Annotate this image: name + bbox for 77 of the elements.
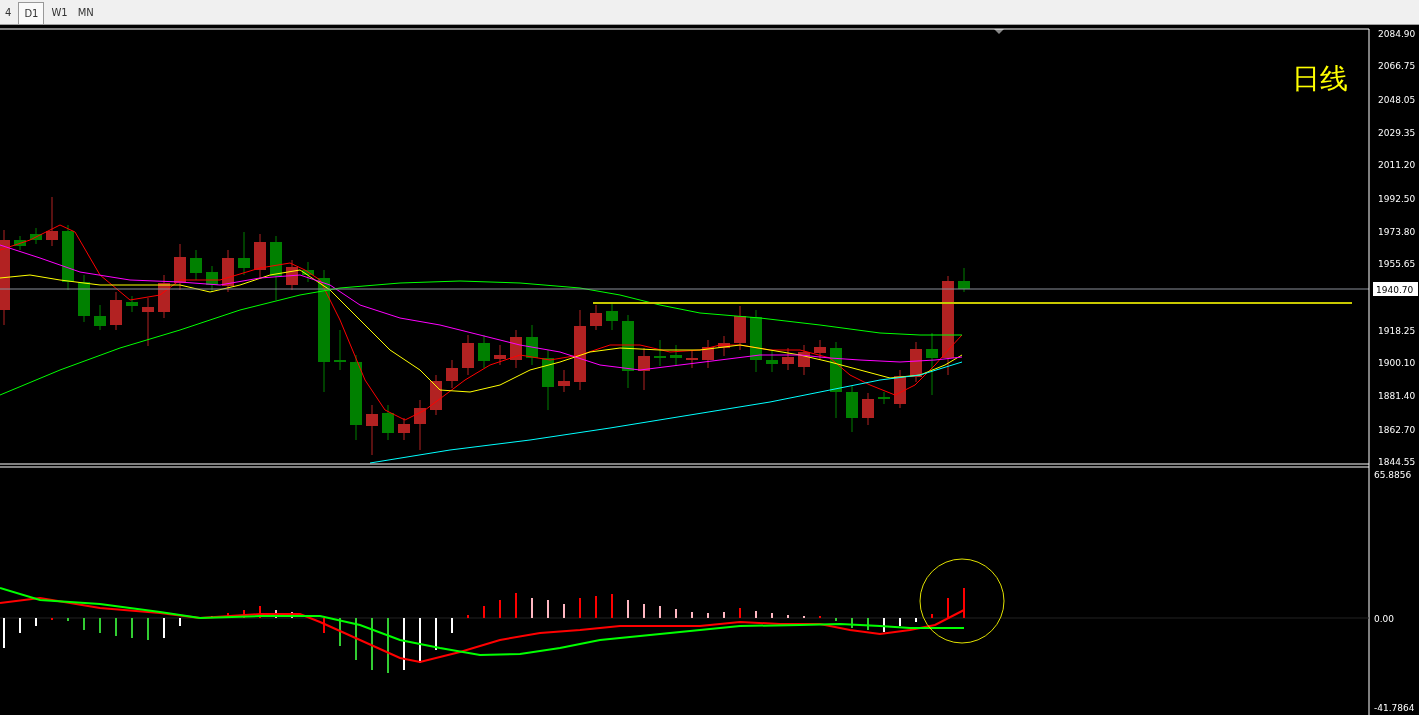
current-price-label: 1940.70 <box>1373 282 1418 296</box>
candlestick <box>718 335 730 357</box>
indicator-tick-label: 65.8856 <box>1374 470 1412 480</box>
candlestick <box>222 249 234 293</box>
candlestick <box>686 349 698 369</box>
candlestick <box>398 417 410 441</box>
candlestick <box>862 392 874 426</box>
candlestick <box>126 295 138 313</box>
price-tick-label: 2011.20 <box>1378 160 1416 171</box>
candlestick <box>846 385 858 433</box>
candlestick <box>766 349 778 373</box>
price-tick-label: 1973.80 <box>1378 226 1416 237</box>
candlestick <box>414 399 426 451</box>
price-tick-label: 2084.90 <box>1378 29 1416 39</box>
candlestick <box>446 359 458 389</box>
candlestick <box>702 339 714 369</box>
candlestick <box>334 329 346 371</box>
candlestick <box>590 304 602 331</box>
candlestick <box>110 291 122 331</box>
candlestick <box>494 344 506 366</box>
candlestick <box>814 339 826 361</box>
candlestick <box>94 304 106 331</box>
candlestick <box>174 243 186 291</box>
candlestick <box>798 344 810 376</box>
candlestick <box>462 334 474 376</box>
candlestick <box>286 259 298 291</box>
candlestick <box>62 224 74 291</box>
candlestick <box>190 249 202 281</box>
candlestick <box>302 261 314 283</box>
candlestick <box>606 302 618 331</box>
candlestick <box>542 349 554 411</box>
candlestick <box>510 329 522 369</box>
candlestick <box>430 374 442 416</box>
candlestick <box>14 235 26 251</box>
candlestick <box>46 196 58 247</box>
price-tick-label: 1955.65 <box>1378 259 1416 270</box>
indicator-tick-label: -41.7864 <box>1374 703 1415 713</box>
candlestick <box>382 404 394 441</box>
candlestick <box>670 344 682 367</box>
indicator-tick-label: 0.00 <box>1374 614 1395 624</box>
candlestick <box>638 347 650 391</box>
price-tick-label: 1881.40 <box>1378 391 1416 402</box>
price-tick-label: 2066.75 <box>1378 61 1416 72</box>
candlestick <box>878 391 890 405</box>
price-tick-label: 1844.55 <box>1378 457 1416 467</box>
candlestick <box>30 227 42 245</box>
candlestick <box>558 369 570 393</box>
timeframe-tab[interactable]: D1 <box>18 2 45 24</box>
chart-label: 日线 <box>1292 62 1348 95</box>
price-tick-label: 2048.05 <box>1378 94 1416 105</box>
price-tick-label: 2029.35 <box>1378 127 1416 138</box>
price-tick-label: 1900.10 <box>1378 358 1416 369</box>
candlestick <box>526 324 538 366</box>
candlestick <box>750 309 762 373</box>
candlestick <box>782 347 794 371</box>
timeframe-tab[interactable]: W1 <box>46 0 73 24</box>
price-tick-label: 1862.70 <box>1378 424 1416 435</box>
candlestick <box>926 332 938 396</box>
candlestick <box>206 265 218 293</box>
triangle-marker-icon <box>994 29 1004 34</box>
candlestick <box>270 235 282 301</box>
price-tick-label: 1918.25 <box>1378 325 1416 336</box>
candlestick <box>238 231 250 276</box>
timeframe-tab[interactable]: MN <box>72 0 99 24</box>
candlestick <box>366 404 378 456</box>
candlestick <box>478 334 490 369</box>
timeframe-tab[interactable]: 4 <box>0 0 17 24</box>
candlestick <box>958 267 970 293</box>
candlestick <box>142 297 154 347</box>
candlestick <box>894 369 906 409</box>
candlestick <box>654 339 666 367</box>
candlestick <box>254 233 266 279</box>
candlestick <box>78 274 90 323</box>
price-tick-label: 1992.50 <box>1378 193 1416 204</box>
candlestick <box>734 305 746 351</box>
candlestick <box>158 274 170 319</box>
candlestick <box>910 341 922 383</box>
